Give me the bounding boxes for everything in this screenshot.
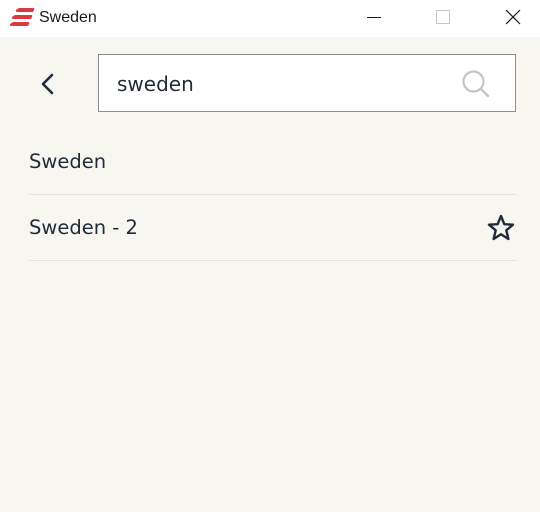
close-button[interactable] (490, 0, 536, 33)
minimize-icon (367, 16, 381, 18)
chevron-left-icon (41, 73, 54, 95)
search-box[interactable] (98, 54, 516, 112)
search-icon[interactable] (461, 69, 491, 99)
location-label: Sweden (29, 150, 107, 173)
search-input[interactable] (117, 68, 447, 100)
minimize-button[interactable] (351, 0, 397, 33)
title-bar: Sweden (0, 0, 540, 37)
close-icon (505, 9, 521, 24)
back-button[interactable] (30, 66, 66, 102)
location-label: Sweden - 2 (29, 216, 138, 239)
list-item[interactable]: Sweden - 2 (29, 195, 517, 261)
results-list: Sweden Sweden - 2 (29, 129, 517, 261)
maximize-button[interactable] (420, 0, 466, 33)
list-item[interactable]: Sweden (29, 129, 517, 195)
star-outline-icon[interactable] (487, 214, 515, 242)
window-title: Sweden (39, 9, 97, 26)
maximize-icon (436, 9, 450, 24)
app-logo-icon (10, 8, 35, 26)
